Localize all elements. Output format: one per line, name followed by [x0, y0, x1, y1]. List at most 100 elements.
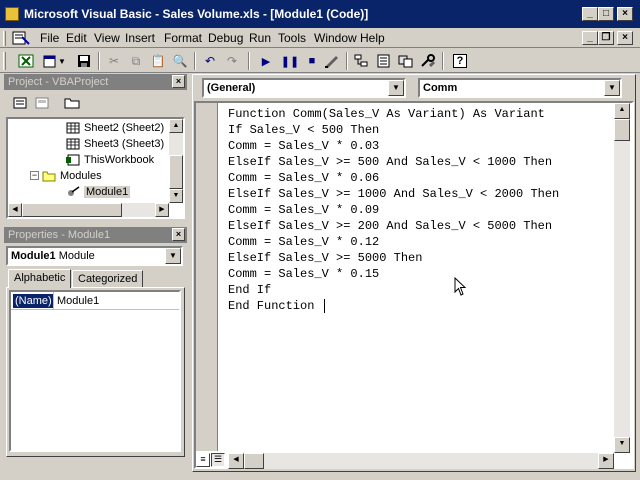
toggle-folders-icon[interactable]: [62, 94, 82, 112]
mdi-restore-button[interactable]: ❐: [598, 31, 614, 45]
property-name-cell[interactable]: (Name): [13, 294, 54, 308]
scroll-thumb[interactable]: [169, 155, 183, 189]
menu-debug[interactable]: Debug: [208, 31, 243, 45]
standard-toolbar: ▼ ✂ ⧉ 📋 🔍 ↶ ↷ ▶ ❚❚ ■ ?: [0, 49, 640, 73]
code-line[interactable]: Function Comm(Sales_V As Variant) As Var…: [228, 106, 545, 122]
cut-icon[interactable]: ✂: [104, 52, 124, 70]
object-browser-icon[interactable]: [396, 52, 416, 70]
procedure-view-button[interactable]: ≡: [196, 453, 210, 467]
menu-format[interactable]: Format: [164, 31, 202, 45]
code-line[interactable]: Comm = Sales_V * 0.12: [228, 234, 379, 250]
menu-file[interactable]: File: [40, 31, 59, 45]
hscroll-thumb[interactable]: [22, 203, 122, 217]
workbook-icon: [66, 154, 80, 166]
chevron-down-icon[interactable]: ▼: [165, 248, 181, 264]
mdi-minimize-button[interactable]: _: [582, 31, 598, 45]
project-toolbar: [4, 92, 187, 114]
tree-item-sheet2[interactable]: Sheet2 (Sheet2): [66, 121, 164, 136]
properties-window-icon[interactable]: [374, 52, 394, 70]
scroll-left-button[interactable]: ◀: [8, 203, 22, 217]
toolbar-grip[interactable]: [3, 52, 6, 70]
code-line[interactable]: Comm = Sales_V * 0.09: [228, 202, 379, 218]
object-dropdown[interactable]: (General) ▼: [202, 78, 406, 98]
properties-panel-close-button[interactable]: ×: [172, 228, 185, 241]
menu-window[interactable]: Window: [314, 31, 357, 45]
maximize-button[interactable]: □: [598, 7, 614, 21]
code-line[interactable]: End If: [228, 282, 271, 298]
worksheet-icon: [66, 122, 80, 134]
find-icon[interactable]: 🔍: [170, 52, 190, 70]
properties-panel-title: Properties - Module1: [4, 227, 187, 243]
close-button[interactable]: ×: [617, 7, 633, 21]
tree-item-module1[interactable]: Module1: [66, 185, 131, 200]
code-line[interactable]: If Sales_V < 500 Then: [228, 122, 379, 138]
save-icon[interactable]: [74, 52, 94, 70]
minimize-button[interactable]: _: [582, 7, 598, 21]
code-vscrollbar[interactable]: [614, 103, 630, 449]
design-mode-icon[interactable]: [322, 52, 342, 70]
code-line[interactable]: ElseIf Sales_V >= 200 And Sales_V < 5000…: [228, 218, 552, 234]
code-hscroll-thumb[interactable]: [244, 453, 264, 469]
reset-icon[interactable]: ■: [302, 52, 322, 70]
procedure-dropdown[interactable]: Comm ▼: [418, 78, 622, 98]
vb-app-icon[interactable]: [5, 7, 19, 21]
help-icon[interactable]: ?: [450, 52, 470, 70]
tab-categorized[interactable]: Categorized: [72, 270, 144, 288]
tab-alphabetic[interactable]: Alphabetic: [8, 269, 72, 288]
tree-item-thisworkbook[interactable]: ThisWorkbook: [66, 153, 154, 168]
property-value-cell[interactable]: Module1: [55, 294, 99, 308]
tree-label: ThisWorkbook: [84, 154, 155, 166]
menu-view[interactable]: View: [94, 31, 120, 45]
break-icon[interactable]: ❚❚: [280, 52, 300, 70]
insert-dropdown-icon[interactable]: ▼: [58, 52, 66, 70]
scroll-left-button[interactable]: ◀: [228, 453, 244, 469]
view-excel-icon[interactable]: [16, 52, 36, 70]
mdi-close-button[interactable]: ×: [617, 31, 633, 45]
scroll-down-button[interactable]: ▼: [169, 189, 183, 203]
view-code-icon[interactable]: [10, 94, 30, 112]
view-object-icon[interactable]: [32, 94, 52, 112]
menu-insert[interactable]: Insert: [125, 31, 155, 45]
scroll-up-button[interactable]: ▲: [169, 119, 183, 133]
code-line[interactable]: ElseIf Sales_V >= 500 And Sales_V < 1000…: [228, 154, 552, 170]
code-line[interactable]: Comm = Sales_V * 0.03: [228, 138, 379, 154]
toolbox-icon[interactable]: [418, 52, 438, 70]
code-line[interactable]: End Function: [228, 298, 314, 314]
object-name: Module1: [11, 250, 56, 262]
scroll-up-button[interactable]: ▲: [614, 103, 630, 119]
menu-edit[interactable]: Edit: [66, 31, 87, 45]
redo-icon[interactable]: ↷: [222, 52, 242, 70]
code-vscroll-thumb[interactable]: [614, 119, 630, 141]
project-explorer-icon[interactable]: [352, 52, 372, 70]
insert-module-icon[interactable]: [40, 52, 60, 70]
code-line[interactable]: Comm = Sales_V * 0.06: [228, 170, 379, 186]
menu-help[interactable]: Help: [360, 31, 385, 45]
scroll-right-button[interactable]: ▶: [598, 453, 614, 469]
worksheet-icon: [66, 138, 80, 150]
chevron-down-icon[interactable]: ▼: [604, 80, 620, 96]
undo-icon[interactable]: ↶: [200, 52, 220, 70]
code-line[interactable]: ElseIf Sales_V >= 5000 Then: [228, 250, 422, 266]
menu-tools[interactable]: Tools: [278, 31, 306, 45]
tree-item-sheet3[interactable]: Sheet3 (Sheet3): [66, 137, 164, 152]
margin-indicator-bar[interactable]: [196, 103, 218, 451]
toolbar-separator: [442, 52, 444, 70]
code-line[interactable]: Comm = Sales_V * 0.15: [228, 266, 379, 282]
module-doc-icon[interactable]: [12, 31, 30, 45]
text-cursor: [324, 299, 325, 313]
menu-grip[interactable]: [3, 31, 6, 46]
object-selector-dropdown[interactable]: Module1 Module ▼: [6, 246, 183, 266]
full-module-view-button[interactable]: ☰: [211, 453, 225, 467]
menu-run[interactable]: Run: [249, 31, 271, 45]
chevron-down-icon[interactable]: ▼: [388, 80, 404, 96]
run-icon[interactable]: ▶: [256, 52, 276, 70]
scroll-down-button[interactable]: ▼: [614, 437, 630, 453]
paste-icon[interactable]: 📋: [148, 52, 168, 70]
code-hscrollbar[interactable]: [228, 453, 614, 469]
copy-icon[interactable]: ⧉: [126, 52, 146, 70]
code-line[interactable]: ElseIf Sales_V >= 1000 And Sales_V < 200…: [228, 186, 559, 202]
tree-item-modules[interactable]: Modules: [42, 169, 102, 184]
collapse-modules-toggle[interactable]: −: [30, 171, 39, 180]
scroll-right-button[interactable]: ▶: [155, 203, 169, 217]
project-panel-close-button[interactable]: ×: [172, 75, 185, 88]
